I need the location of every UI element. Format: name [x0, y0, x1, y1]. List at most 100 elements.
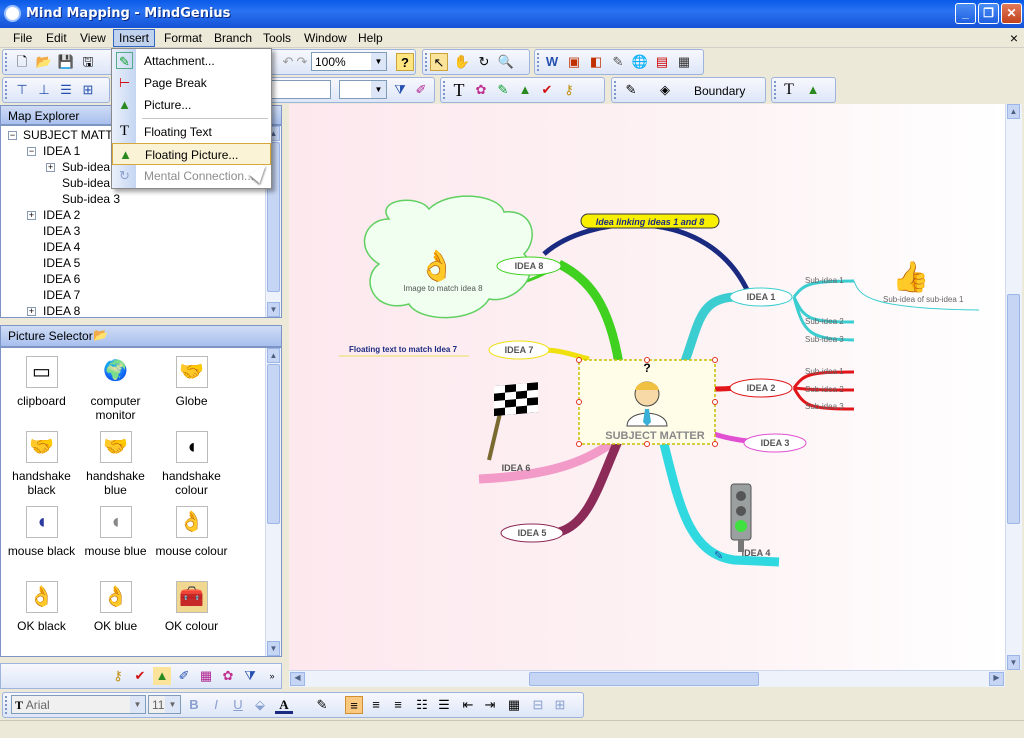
close-button[interactable]: ✕ [1001, 3, 1022, 24]
restore-button[interactable]: ❐ [978, 3, 999, 24]
pointer-icon[interactable]: ↖ [430, 53, 448, 71]
picture-item[interactable]: ▭ clipboard [4, 356, 79, 408]
expand-icon[interactable]: + [46, 163, 55, 172]
style-select[interactable] [271, 80, 331, 99]
chevron-right-icon[interactable]: ▶ [989, 672, 1004, 686]
scroll-thumb[interactable] [1007, 294, 1020, 524]
tree-node[interactable]: IDEA 4 [43, 240, 80, 254]
tree-node[interactable]: Sub-idea 3 [62, 192, 120, 206]
palette-icon[interactable]: ▦ [197, 667, 215, 685]
menu-format[interactable]: Format [159, 30, 207, 46]
decrease-indent-icon[interactable]: ⇤ [459, 696, 477, 714]
new-icon[interactable]: 🗋 [13, 53, 31, 71]
hand-icon[interactable]: ✋ [453, 53, 471, 71]
powerpoint-icon[interactable]: ▣ [565, 53, 583, 71]
table-icon[interactable]: ▦ [505, 696, 523, 714]
mdi-close-button[interactable]: × [1010, 30, 1018, 46]
fill-colour-icon[interactable]: ◈ [656, 81, 674, 99]
underline-icon[interactable]: U [229, 696, 247, 714]
line-colour-icon[interactable]: ✎ [622, 81, 640, 99]
bullets-icon[interactable]: ☷ [413, 696, 431, 714]
menu-help[interactable]: Help [353, 30, 388, 46]
picture-item[interactable]: 🌍 computer monitor [78, 356, 153, 422]
open-icon[interactable]: 📂 [35, 53, 53, 71]
key-icon[interactable]: ⚷ [560, 81, 578, 99]
chevron-down-icon[interactable]: ▼ [371, 53, 386, 70]
chevron-up-icon[interactable]: ▲ [267, 348, 280, 363]
eraser-icon[interactable]: ✐ [175, 667, 193, 685]
picture-item[interactable]: ◖ mouse black [4, 506, 79, 558]
map-canvas[interactable]: Idea linking ideas 1 and 8 Image to matc… [289, 104, 1005, 670]
tree-node[interactable]: IDEA 5 [43, 256, 80, 270]
menu-insert[interactable]: Insert [113, 29, 156, 47]
picture-item[interactable]: 🤝 handshake black [4, 431, 79, 497]
picture-item[interactable]: 👌 OK blue [78, 581, 153, 633]
tree-node[interactable]: IDEA 2 [43, 208, 80, 222]
picture-item[interactable]: 👌 mouse colour [154, 506, 229, 558]
menu-item-floating-picture[interactable]: ▲ Floating Picture... [112, 143, 271, 165]
idea4-label[interactable]: IDEA 4 [742, 548, 771, 558]
scroll-thumb[interactable] [529, 672, 759, 686]
picture-selector-scrollbar[interactable]: ▲ ▼ [265, 348, 281, 656]
chevron-down-icon[interactable]: ▼ [130, 696, 145, 713]
picture-item[interactable]: ◖ mouse blue [78, 506, 153, 558]
increase-indent-icon[interactable]: ⇥ [481, 696, 499, 714]
colour-icon[interactable]: ✿ [472, 81, 490, 99]
sub-idea-label[interactable]: Sub-idea 3 [805, 402, 844, 411]
expand-icon[interactable]: + [27, 211, 36, 220]
list-layout-icon[interactable]: ☰ [57, 81, 75, 99]
project-icon[interactable]: ◧ [587, 53, 605, 71]
menu-item-page-break[interactable]: ⊢ Page Break [112, 72, 271, 94]
highlighter-icon[interactable]: ✐ [412, 81, 430, 99]
expand-icon[interactable]: + [27, 307, 36, 316]
internet-icon[interactable]: 🌐 [631, 53, 649, 71]
image-icon[interactable]: ▲ [153, 667, 171, 685]
align-center-icon[interactable]: ≡ [367, 696, 385, 714]
menu-file[interactable]: File [8, 30, 37, 46]
menu-window[interactable]: Window [299, 30, 352, 46]
help-icon[interactable]: ? [396, 53, 414, 71]
rotate-icon[interactable]: ↻ [475, 53, 493, 71]
image-icon[interactable]: ▲ [516, 81, 534, 99]
font-size-select[interactable]: 11 ▼ [148, 695, 181, 714]
word-icon[interactable]: W [543, 53, 561, 71]
chevron-left-icon[interactable]: ◀ [290, 672, 305, 686]
floating-picture-icon[interactable]: ▲ [804, 81, 822, 99]
font-colour-icon[interactable]: A [275, 696, 293, 714]
chevron-right-icon[interactable]: » [263, 667, 281, 685]
chevron-down-icon[interactable]: ▼ [165, 696, 180, 713]
picture-item[interactable]: 👌 OK black [4, 581, 79, 633]
chevron-down-icon[interactable]: ▼ [1007, 655, 1020, 670]
text-icon[interactable]: T [450, 81, 468, 99]
redo-icon[interactable]: ↷ [293, 53, 311, 71]
sub-idea-label[interactable]: Sub-idea 2 [805, 317, 844, 326]
scroll-thumb[interactable] [267, 364, 280, 524]
colour-icon[interactable]: ✿ [219, 667, 237, 685]
floating-text-icon[interactable]: T [780, 81, 798, 99]
tree-node[interactable]: IDEA 1 [43, 144, 80, 158]
picture-item[interactable]: 🧰 OK colour [154, 581, 229, 633]
tree-node[interactable]: IDEA 7 [43, 288, 80, 302]
link-label[interactable]: Idea linking ideas 1 and 8 [596, 217, 705, 227]
picture-item[interactable]: 🤝 handshake blue [78, 431, 153, 497]
size-select[interactable]: ▼ [339, 80, 387, 99]
check-icon[interactable]: ✔ [131, 667, 149, 685]
tree-layout-icon[interactable]: ⊞ [79, 81, 97, 99]
document-icon[interactable]: ▦ [675, 53, 693, 71]
sub-sub-idea-label[interactable]: Sub-idea of sub-idea 1 [883, 295, 964, 304]
attach-icon[interactable]: ✎ [494, 81, 512, 99]
split-icon[interactable]: ⊟ [529, 696, 547, 714]
key-icon[interactable]: ⚷ [109, 667, 127, 685]
folder-icon[interactable]: 📂 [93, 328, 108, 342]
tree-node[interactable]: IDEA 8 [43, 304, 80, 317]
zoom-select[interactable]: 100% ▼ [311, 52, 387, 71]
outlook-icon[interactable]: ✎ [609, 53, 627, 71]
menu-tools[interactable]: Tools [258, 30, 296, 46]
idea6-label[interactable]: IDEA 6 [502, 463, 531, 473]
align-right-icon[interactable]: ≡ [389, 696, 407, 714]
italic-icon[interactable]: I [207, 696, 225, 714]
canvas-vscroll[interactable]: ▲ ▼ [1005, 104, 1022, 670]
filter-icon[interactable]: ⧩ [391, 81, 409, 99]
floating-text[interactable]: Floating text to match Idea 7 [349, 345, 458, 354]
map-layout-icon[interactable]: ⊤ [13, 81, 31, 99]
